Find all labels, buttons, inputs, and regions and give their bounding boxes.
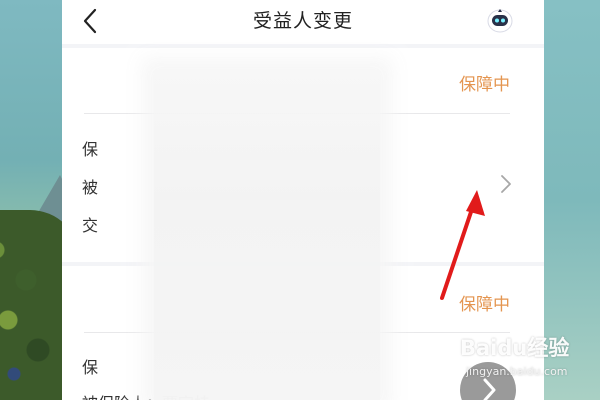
policy-field-line-1: 保 <box>82 358 99 377</box>
watermark: Baidu经验 jingyan.baidu.com <box>460 332 592 392</box>
policy-field-line-1: 保 <box>82 140 99 159</box>
watermark-url: jingyan.baidu.com <box>466 365 568 378</box>
top-bar: 受益人变更 <box>62 0 544 44</box>
screenshot: 受益人变更 保障中 保 被 交 保障中 保 Baidu经验 jingyan.ba… <box>0 0 600 400</box>
annotation-arrow <box>440 190 485 300</box>
status-badge: 保障中 <box>459 75 510 95</box>
privacy-mask <box>154 70 380 400</box>
watermark-brand: Baidu经验 <box>460 336 570 360</box>
page-title: 受益人变更 <box>252 10 353 32</box>
policy-field-line-3: 交 <box>82 216 99 235</box>
policy-field-line-2: 被 <box>82 178 99 197</box>
robot-icon[interactable] <box>486 7 514 35</box>
